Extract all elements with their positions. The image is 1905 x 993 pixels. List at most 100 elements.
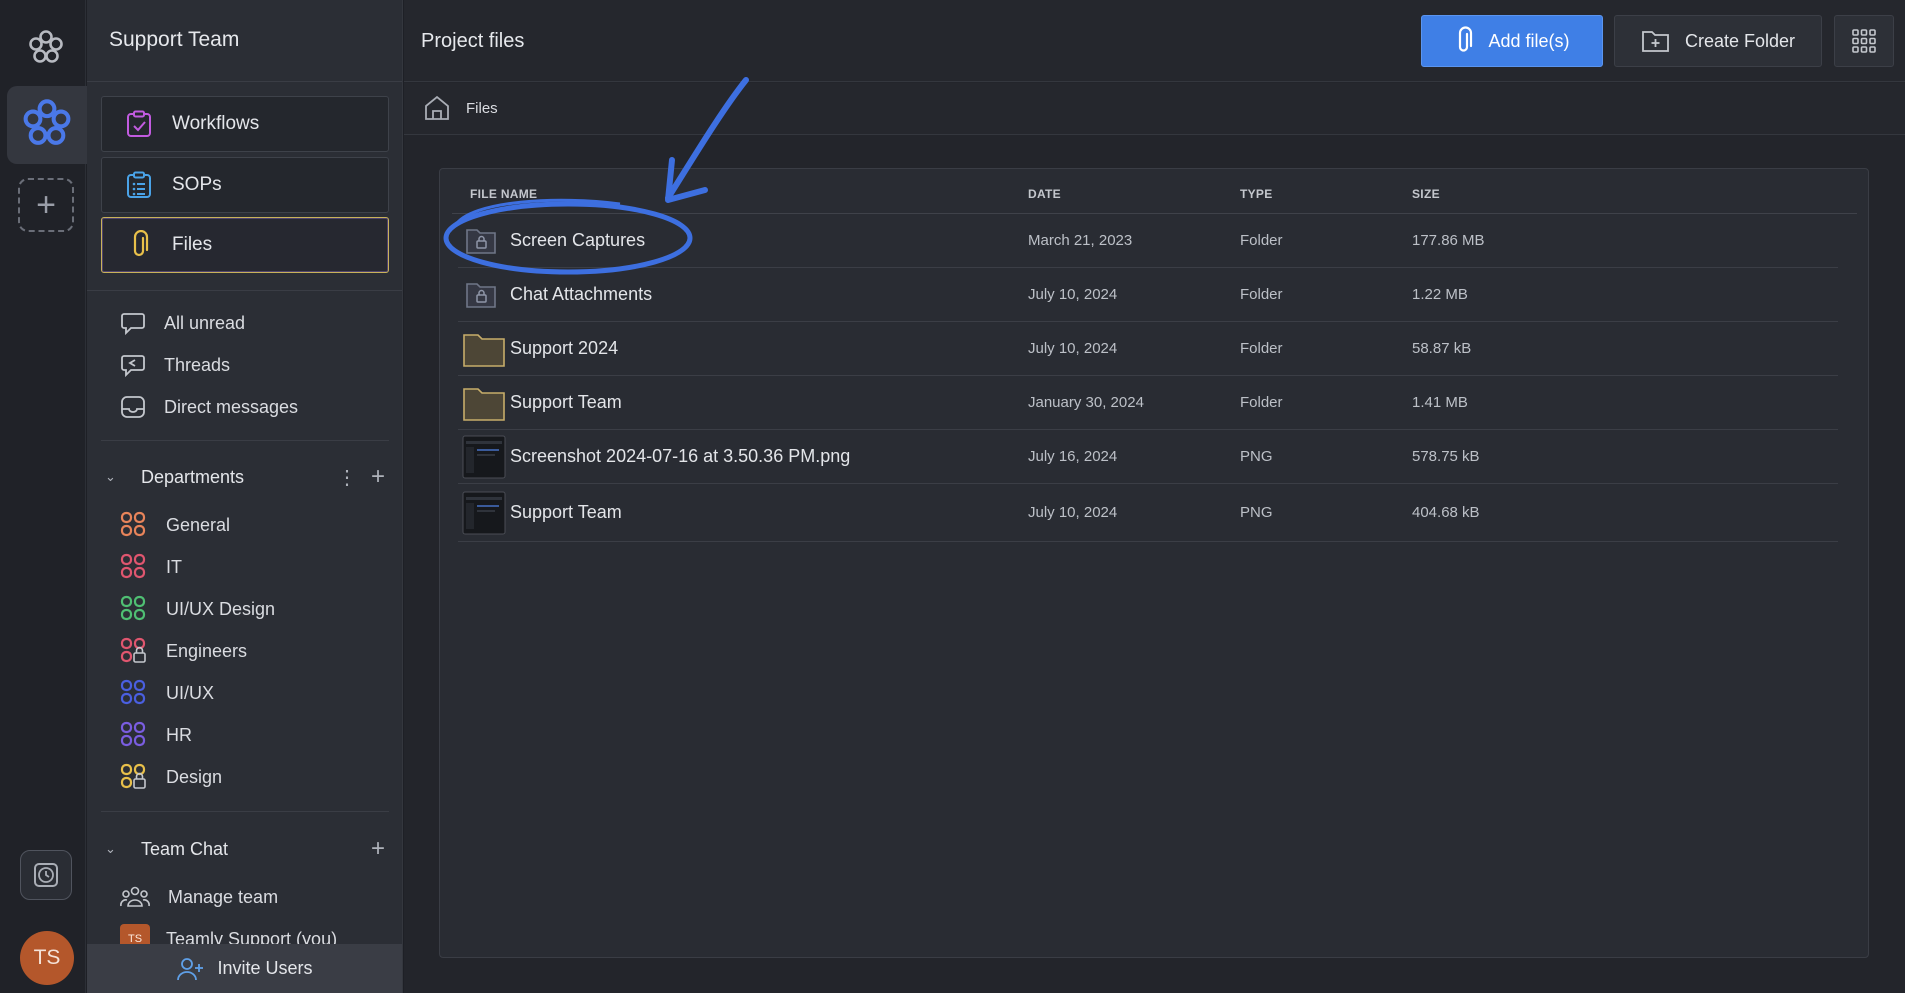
inbox-icon	[121, 396, 145, 418]
team-icon	[120, 886, 150, 907]
file-name[interactable]: Support Team	[510, 502, 622, 523]
department-item[interactable]: General	[120, 509, 230, 541]
link-threads[interactable]: Threads	[120, 349, 230, 381]
department-item[interactable]: Design	[120, 761, 222, 793]
file-type: Folder	[1240, 394, 1283, 411]
department-item[interactable]: UI/UX	[120, 677, 214, 709]
file-name[interactable]: Screenshot 2024-07-16 at 3.50.36 PM.png	[510, 446, 850, 467]
col-type[interactable]: TYPE	[1240, 187, 1273, 201]
invite-users-label: Invite Users	[217, 958, 313, 978]
add-workspace-button[interactable]: +	[18, 178, 74, 232]
channel-icon	[120, 679, 146, 705]
file-date: July 10, 2024	[1028, 286, 1118, 303]
nav-sops[interactable]: SOPs	[101, 157, 389, 213]
clock-icon	[34, 863, 58, 887]
department-label: UI/UX	[166, 682, 215, 703]
table-row[interactable]: Support Team July 10, 2024 PNG 404.68 kB	[458, 484, 1838, 542]
channel-icon	[120, 721, 146, 747]
file-date: July 16, 2024	[1028, 448, 1118, 465]
nav-files[interactable]: Files	[101, 217, 389, 273]
department-label: Design	[166, 766, 223, 787]
home-icon[interactable]	[422, 93, 452, 128]
file-type: PNG	[1240, 448, 1273, 465]
view-toggle-button[interactable]	[1834, 15, 1894, 67]
team-chat-header[interactable]: ⌄ Team Chat +	[105, 834, 385, 864]
link-all-unread[interactable]: All unread	[120, 307, 245, 339]
table-row[interactable]: Support 2024 July 10, 2024 Folder 58.87 kB	[458, 322, 1838, 376]
add-files-button[interactable]: Add file(s)	[1421, 15, 1603, 67]
department-item[interactable]: Engineers	[120, 635, 247, 667]
file-type: Folder	[1240, 286, 1283, 303]
folder-icon	[463, 388, 505, 421]
file-size: 58.87 kB	[1412, 340, 1472, 357]
file-size: 404.68 kB	[1412, 504, 1480, 521]
workspace-title: Support Team	[109, 28, 240, 51]
more-vertical-icon[interactable]: ⋮	[337, 465, 357, 490]
nav-workflows[interactable]: Workflows	[101, 96, 389, 152]
channel-icon	[120, 511, 146, 537]
clipboard-check-icon	[127, 110, 151, 137]
add-chat-icon[interactable]: +	[371, 835, 385, 863]
col-file-name[interactable]: FILE NAME	[470, 187, 537, 201]
folder-icon	[463, 334, 505, 367]
list-clipboard-icon	[127, 171, 151, 198]
threads-icon	[121, 355, 145, 378]
table-row[interactable]: Chat Attachments July 10, 2024 Folder 1.22 …	[458, 268, 1838, 322]
file-date: January 30, 2024	[1028, 394, 1144, 411]
col-date[interactable]: DATE	[1028, 187, 1061, 201]
main-content: Project files Add file(s) Create Folder	[404, 0, 1905, 993]
file-name[interactable]: Chat Attachments	[510, 284, 652, 305]
department-item[interactable]: IT	[120, 551, 182, 583]
workspace-switcher-active[interactable]	[7, 86, 87, 164]
sidebar: Support Team Workflows SOPs Files All un…	[87, 0, 403, 993]
table-row[interactable]: Screen Captures March 21, 2023 Folder 177.8…	[458, 214, 1838, 268]
locked-folder-icon	[466, 283, 496, 308]
file-size: 1.22 MB	[1412, 286, 1468, 303]
chat-bubble-icon	[121, 313, 145, 336]
departments-header[interactable]: ⌄ Departments ⋮ +	[105, 462, 385, 492]
department-item[interactable]: UI/UX Design	[120, 593, 275, 625]
breadcrumb-current[interactable]: Files	[466, 100, 498, 117]
departments-label: Departments	[141, 466, 245, 487]
table-header: FILE NAME DATE TYPE SIZE	[440, 169, 1870, 213]
channel-icon	[120, 553, 146, 579]
add-department-icon[interactable]: +	[371, 463, 385, 491]
table-row[interactable]: Screenshot 2024-07-16 at 3.50.36 PM.png J…	[458, 430, 1838, 484]
table-row[interactable]: Support Team January 30, 2024 Folder 1.41 M…	[458, 376, 1838, 430]
file-name[interactable]: Support 2024	[510, 338, 618, 359]
file-type: Folder	[1240, 232, 1283, 249]
add-user-icon	[177, 957, 204, 980]
create-folder-button[interactable]: Create Folder	[1614, 15, 1822, 67]
team-chat-label: Team Chat	[141, 838, 229, 859]
invite-users-button[interactable]: Invite Users	[87, 944, 402, 993]
user-avatar[interactable]: TS	[20, 931, 74, 985]
workspace-rail: + TS	[0, 0, 87, 993]
link-threads-label: Threads	[164, 354, 231, 375]
image-thumbnail-icon	[462, 435, 506, 479]
chevron-down-icon[interactable]: ⌄	[105, 841, 123, 857]
department-item[interactable]: HR	[120, 719, 192, 751]
divider	[101, 440, 389, 441]
locked-channel-icon	[120, 763, 146, 789]
breadcrumb: Files	[404, 83, 1905, 135]
app-logo-icon[interactable]	[24, 26, 68, 70]
link-direct-messages[interactable]: Direct messages	[120, 391, 298, 423]
department-label: Engineers	[166, 640, 248, 661]
file-name[interactable]: Support Team	[510, 392, 622, 413]
file-name[interactable]: Screen Captures	[510, 230, 645, 251]
file-date: March 21, 2023	[1028, 232, 1133, 249]
file-type: Folder	[1240, 340, 1283, 357]
locked-channel-icon	[120, 637, 146, 663]
history-button[interactable]	[20, 850, 72, 900]
file-size: 177.86 MB	[1412, 232, 1485, 249]
link-all-unread-label: All unread	[164, 312, 246, 333]
chevron-down-icon[interactable]: ⌄	[105, 469, 123, 485]
department-label: General	[166, 514, 231, 535]
link-direct-messages-label: Direct messages	[164, 396, 299, 417]
add-files-label: Add file(s)	[1488, 30, 1570, 51]
folder-plus-icon	[1642, 31, 1669, 52]
workspace-logo-icon	[23, 99, 71, 145]
col-size[interactable]: SIZE	[1412, 187, 1440, 201]
manage-team-link[interactable]: Manage team	[120, 881, 278, 913]
plus-icon: +	[36, 185, 56, 224]
